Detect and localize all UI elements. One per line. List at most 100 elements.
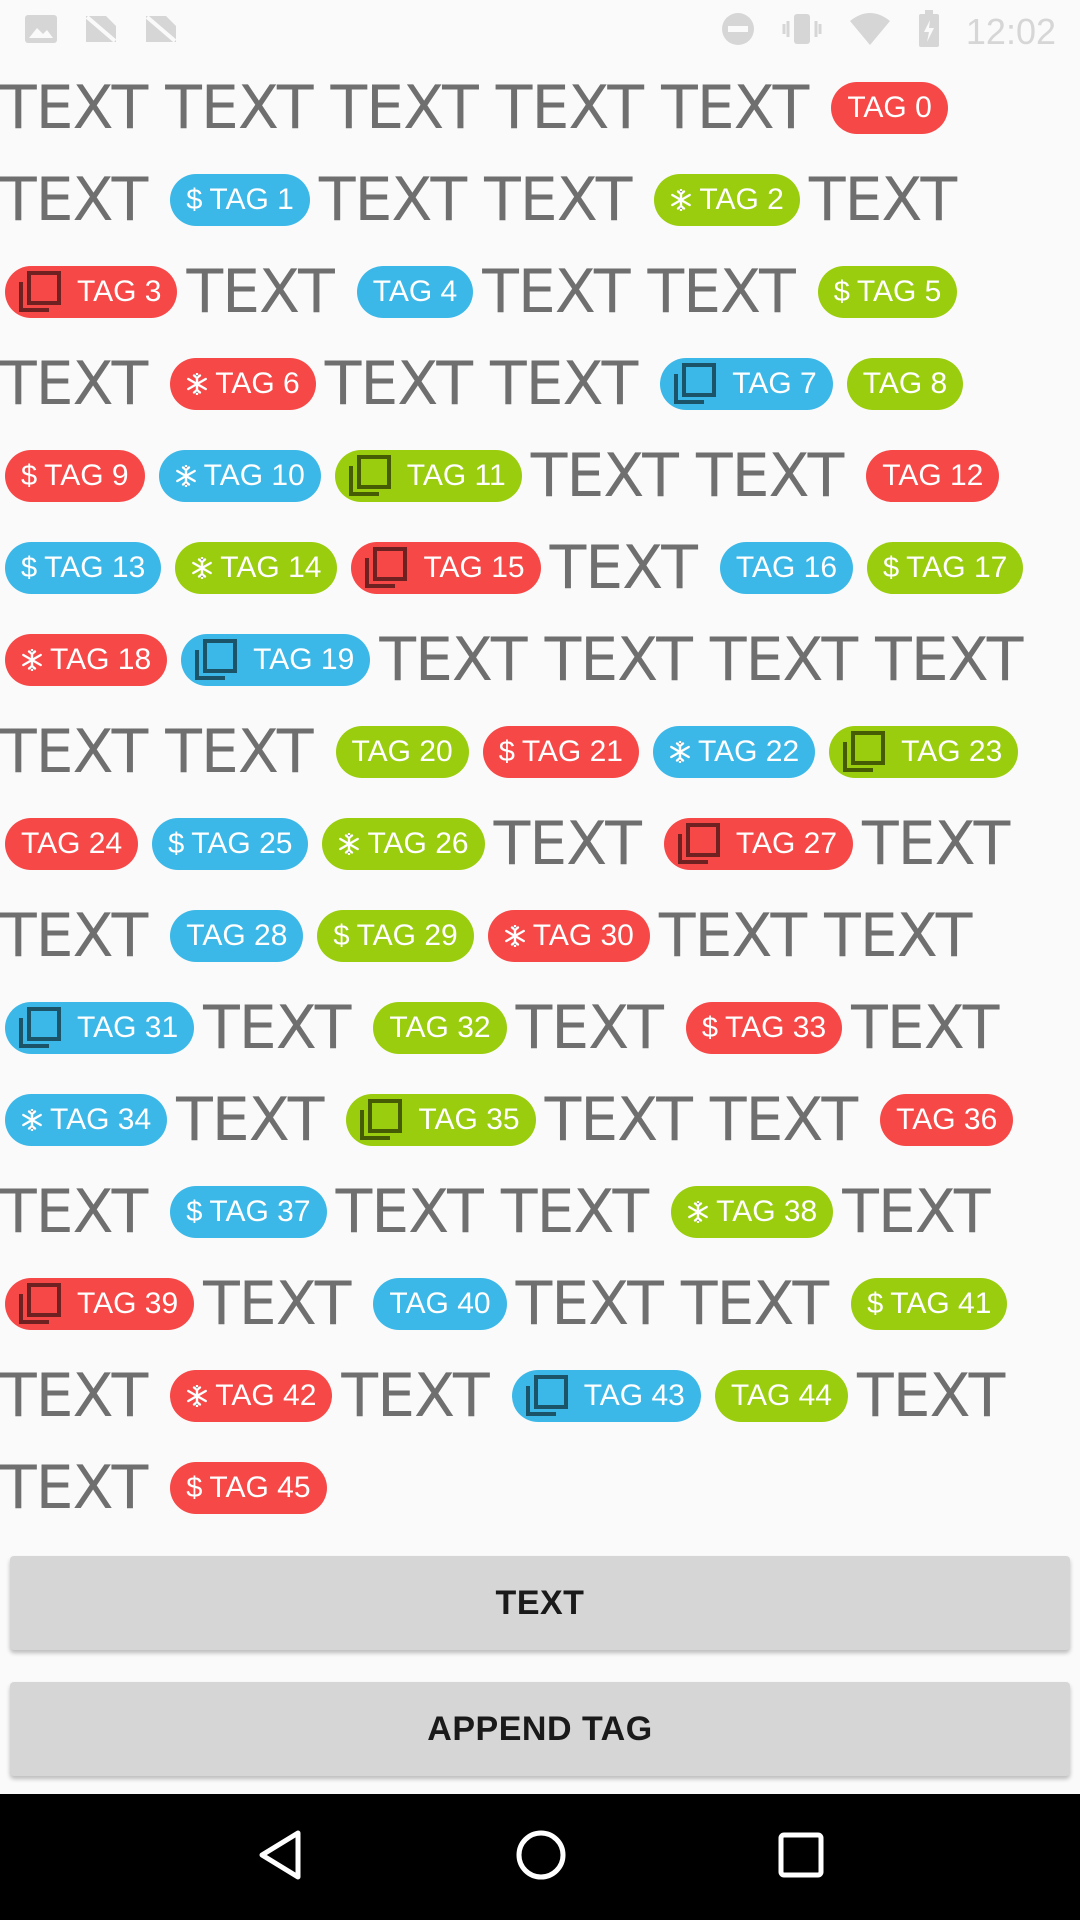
tag-label: TAG 43 xyxy=(583,1379,685,1412)
tag-chip[interactable]: TAG 24 xyxy=(5,818,139,870)
gallery-icon xyxy=(17,1282,63,1326)
text-word: TEXT xyxy=(661,73,809,143)
tag-chip[interactable]: TAG 6 xyxy=(170,358,316,410)
tag-label: TAG 32 xyxy=(389,1011,491,1044)
vibrate-icon xyxy=(782,11,822,52)
snowflake-icon xyxy=(670,189,692,211)
text-word: TEXT xyxy=(709,625,858,695)
tag-chip[interactable]: $ TAG 29 xyxy=(317,910,474,962)
tag-chip[interactable]: TAG 22 xyxy=(652,726,816,778)
tag-chip[interactable]: TAG 16 xyxy=(719,542,854,594)
text-word: TEXT xyxy=(544,625,693,695)
flow-line: TEXT TAG 28 $ TAG 29 TAG 30 TEXT TEXT xyxy=(0,890,1080,982)
tag-chip[interactable]: TAG 4 xyxy=(356,266,474,318)
tag-chip[interactable]: $ TAG 17 xyxy=(867,542,1024,594)
tag-label: TAG 13 xyxy=(44,551,146,584)
tag-chip[interactable]: $ TAG 45 xyxy=(170,1462,327,1514)
tag-label: TAG 14 xyxy=(220,551,322,584)
snowflake-icon xyxy=(687,1201,709,1223)
dollar-icon: $ xyxy=(333,919,350,952)
recents-icon[interactable] xyxy=(778,1832,824,1883)
text-word: TEXT xyxy=(515,993,664,1063)
text-word: TEXT xyxy=(842,1177,990,1247)
tag-chip[interactable]: TAG 26 xyxy=(322,818,485,870)
text-word: TEXT xyxy=(857,1361,1005,1431)
tag-chip[interactable]: TAG 43 xyxy=(511,1370,701,1422)
tag-chip[interactable]: TAG 12 xyxy=(866,450,1000,502)
text-word: TEXT xyxy=(530,441,679,511)
tag-chip[interactable]: TAG 14 xyxy=(175,542,338,594)
tag-chip[interactable]: TAG 2 xyxy=(654,174,800,226)
tag-label: TAG 34 xyxy=(50,1103,152,1136)
tag-chip[interactable]: TAG 8 xyxy=(846,358,964,410)
tag-chip[interactable]: $ TAG 33 xyxy=(685,1002,843,1054)
flow-line: TAG 24 $ TAG 25 TAG 26 TEXT TAG 27 TEXT xyxy=(0,798,1080,890)
flow-line: TEXT $ TAG 45 xyxy=(0,1442,1080,1534)
wifi-icon xyxy=(848,11,892,52)
text-word: TEXT xyxy=(862,809,1010,879)
text-word: TEXT xyxy=(824,901,972,971)
text-button[interactable]: TEXT xyxy=(10,1556,1070,1650)
tag-chip[interactable]: TAG 3 xyxy=(5,266,178,318)
gallery-icon xyxy=(672,362,718,406)
text-word: TEXT xyxy=(549,533,698,603)
tag-chip[interactable]: $ TAG 5 xyxy=(817,266,958,318)
back-icon[interactable] xyxy=(256,1829,304,1886)
gallery-icon xyxy=(17,1006,63,1050)
tag-chip[interactable]: TAG 18 xyxy=(5,634,168,686)
tag-flow-area: TEXT TEXT TEXT TEXT TEXT TAG 0 TEXT $ TAG 1 TEXT T… xyxy=(0,62,1080,1534)
tag-chip[interactable]: TAG 28 xyxy=(170,910,304,962)
tag-chip[interactable]: TAG 40 xyxy=(373,1278,507,1330)
tag-chip[interactable]: TAG 32 xyxy=(373,1002,507,1054)
gallery-icon xyxy=(17,270,63,314)
tag-chip[interactable]: TAG 19 xyxy=(181,634,371,686)
text-word: TEXT xyxy=(0,901,148,971)
tag-chip[interactable]: TAG 34 xyxy=(5,1094,168,1146)
tag-chip[interactable]: $ TAG 21 xyxy=(482,726,639,778)
text-word: TEXT xyxy=(176,1085,324,1155)
tag-chip[interactable]: $ TAG 1 xyxy=(170,174,310,226)
tag-chip[interactable]: TAG 11 xyxy=(334,450,522,502)
dollar-icon: $ xyxy=(833,275,850,308)
tag-chip[interactable]: TAG 38 xyxy=(671,1186,834,1238)
home-icon[interactable] xyxy=(515,1829,567,1886)
tag-chip[interactable]: TAG 7 xyxy=(660,358,833,410)
image-notification-icon xyxy=(24,14,58,49)
gallery-icon xyxy=(358,1098,404,1142)
tag-chip[interactable]: TAG 23 xyxy=(829,726,1019,778)
tag-chip[interactable]: TAG 35 xyxy=(346,1094,536,1146)
tag-chip[interactable]: TAG 39 xyxy=(5,1278,195,1330)
text-word: TEXT xyxy=(165,717,313,787)
tag-chip[interactable]: TAG 0 xyxy=(831,82,948,134)
tag-chip[interactable]: $ TAG 41 xyxy=(851,1278,1008,1330)
tag-chip[interactable]: TAG 31 xyxy=(5,1002,195,1054)
tag-chip[interactable]: $ TAG 25 xyxy=(152,818,309,870)
tag-chip[interactable]: $ TAG 13 xyxy=(5,542,162,594)
text-word: TEXT xyxy=(695,441,844,511)
dollar-icon: $ xyxy=(883,551,900,584)
gallery-icon xyxy=(347,454,393,498)
text-word: TEXT xyxy=(0,1361,148,1431)
dollar-icon: $ xyxy=(21,551,38,584)
append-tag-button[interactable]: APPEND TAG xyxy=(10,1682,1070,1776)
tag-label: TAG 7 xyxy=(732,367,817,400)
dollar-icon: $ xyxy=(168,827,185,860)
tag-chip[interactable]: TAG 27 xyxy=(663,818,854,870)
tag-chip[interactable]: TAG 20 xyxy=(335,726,469,778)
snowflake-icon xyxy=(21,649,43,671)
tag-chip[interactable]: TAG 15 xyxy=(351,542,541,594)
tag-chip[interactable]: TAG 42 xyxy=(170,1370,333,1422)
tag-label: TAG 4 xyxy=(372,275,458,308)
tag-chip[interactable]: $ TAG 37 xyxy=(170,1186,327,1238)
tag-chip[interactable]: $ TAG 9 xyxy=(5,450,145,502)
text-word: TEXT xyxy=(186,257,334,327)
tag-chip[interactable]: TAG 10 xyxy=(158,450,321,502)
tag-chip[interactable]: TAG 36 xyxy=(880,1094,1014,1146)
tag-label: TAG 20 xyxy=(351,735,453,768)
tag-label: TAG 35 xyxy=(418,1103,520,1136)
tag-chip[interactable]: TAG 30 xyxy=(487,910,650,962)
tag-chip[interactable]: TAG 44 xyxy=(714,1370,848,1422)
gallery-icon xyxy=(524,1374,570,1418)
status-bar: 12:02 xyxy=(0,0,1080,63)
flow-line: TEXT TEXT TEXT TEXT TEXT TAG 0 xyxy=(0,62,1080,154)
